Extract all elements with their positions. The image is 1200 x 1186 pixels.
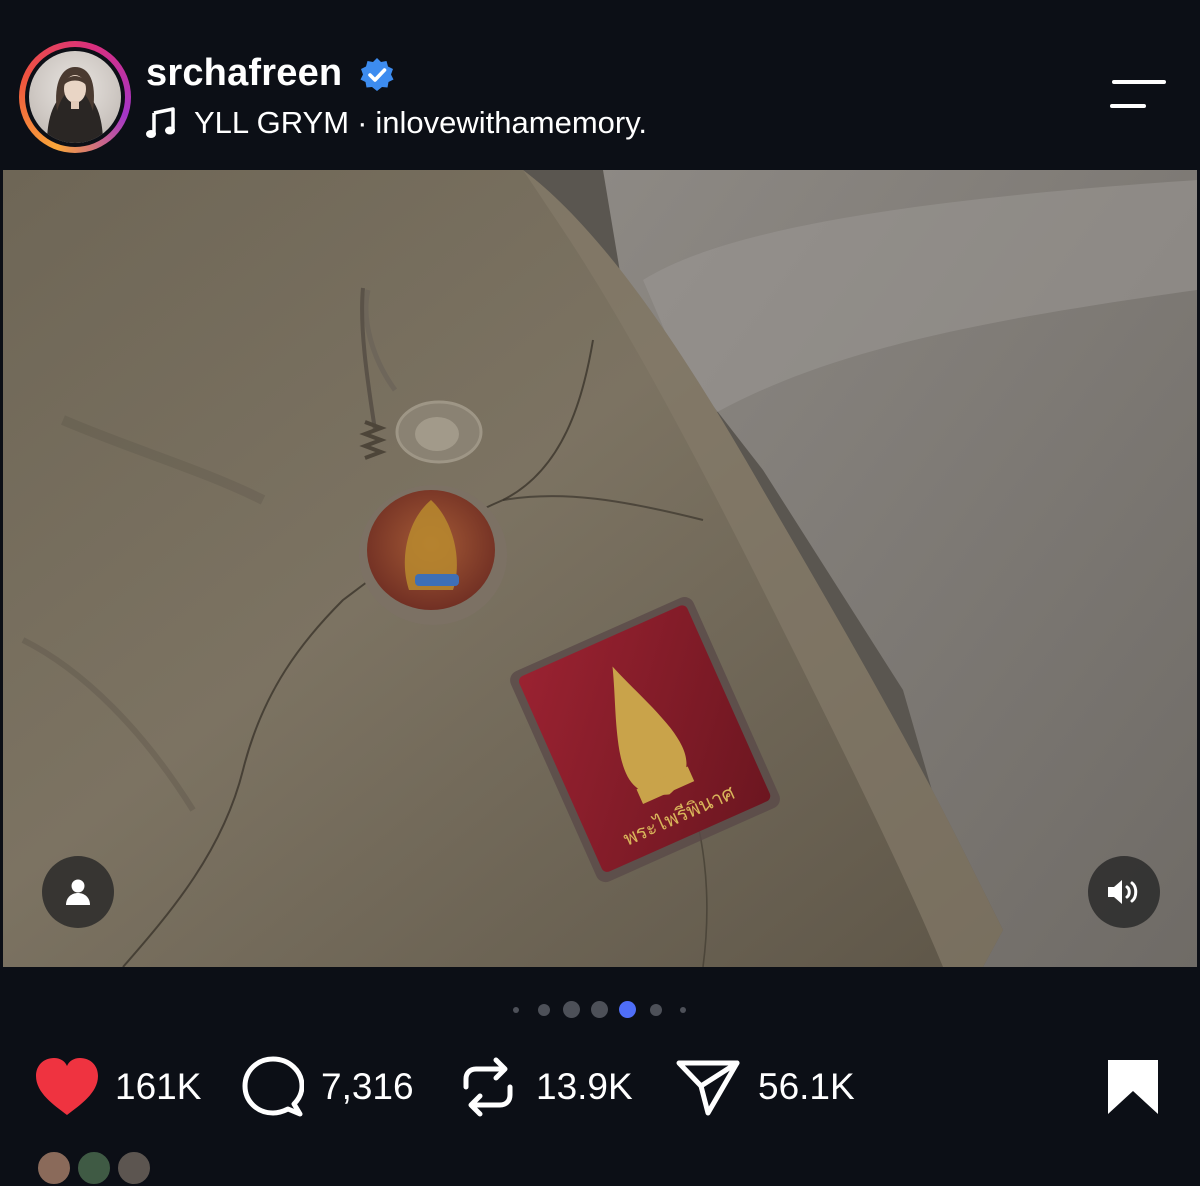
share-count: 56.1K xyxy=(758,1066,855,1107)
carousel-indicator xyxy=(0,998,1200,1022)
heart-icon xyxy=(36,1058,98,1115)
carousel-dot xyxy=(563,1001,580,1018)
carousel-dot-active xyxy=(619,1001,636,1018)
share-button[interactable]: 56.1K xyxy=(676,1050,855,1124)
carousel-dot xyxy=(650,1004,662,1016)
user-tag-icon xyxy=(66,879,90,905)
carousel-dot xyxy=(591,1001,608,1018)
story-ring[interactable] xyxy=(19,41,131,153)
music-info[interactable]: YLL GRYM · inlovewithamemory. xyxy=(146,104,647,142)
action-bar: 161K 7,316 13.9K 56.1K xyxy=(0,1050,1200,1124)
music-artist: YLL GRYM xyxy=(194,105,350,140)
menu-line-bottom xyxy=(1110,104,1146,108)
post-photo[interactable]: พระไพรีพินาศ xyxy=(3,170,1197,967)
user-tag-button[interactable] xyxy=(42,856,114,928)
carousel-dot xyxy=(538,1004,550,1016)
repost-button[interactable]: 13.9K xyxy=(460,1050,633,1124)
repost-count: 13.9K xyxy=(536,1066,633,1107)
carousel-dot xyxy=(680,1007,686,1013)
menu-icon[interactable] xyxy=(1106,74,1170,118)
bookmark-icon[interactable] xyxy=(1106,1058,1160,1116)
comment-button[interactable]: 7,316 xyxy=(242,1050,414,1124)
comment-count: 7,316 xyxy=(321,1066,414,1107)
avatar xyxy=(116,1150,152,1186)
comment-icon xyxy=(242,1056,304,1117)
speaker-icon xyxy=(1108,880,1138,904)
audio-toggle-button[interactable] xyxy=(1088,856,1160,928)
like-count: 161K xyxy=(115,1066,202,1107)
username[interactable]: srchafreen xyxy=(146,52,342,95)
avatar[interactable] xyxy=(29,51,121,143)
avatar xyxy=(36,1150,72,1186)
carousel-dot xyxy=(513,1007,519,1013)
verified-badge-icon xyxy=(360,58,394,91)
share-icon xyxy=(676,1060,740,1116)
avatar xyxy=(76,1150,112,1186)
like-button[interactable]: 161K xyxy=(34,1050,201,1124)
music-separator: · xyxy=(357,105,368,140)
music-track: inlovewithamemory. xyxy=(375,105,648,140)
menu-line-top xyxy=(1112,80,1166,84)
music-note-icon xyxy=(146,107,175,138)
post-header: srchafreen YLL GRYM · inlovewithamemory. xyxy=(0,0,1200,168)
repost-icon xyxy=(463,1057,513,1117)
